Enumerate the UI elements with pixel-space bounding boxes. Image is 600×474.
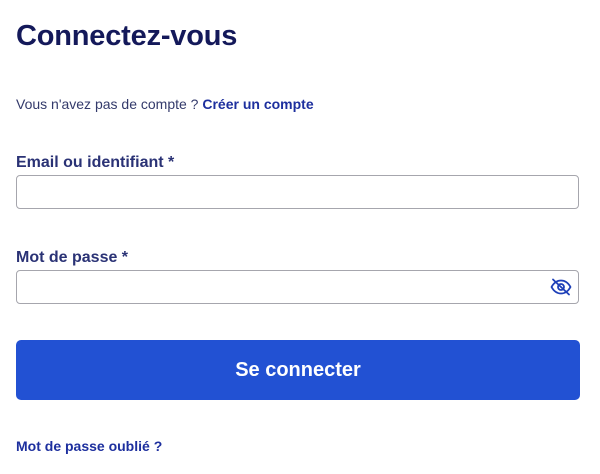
login-submit-button[interactable]: Se connecter [16,340,580,400]
eye-slash-icon[interactable] [549,276,573,298]
create-account-link[interactable]: Créer un compte [202,96,313,112]
signup-prompt-text: Vous n'avez pas de compte ? [16,96,199,112]
email-field[interactable] [16,175,579,209]
email-field-label: Email ou identifiant * [16,154,175,171]
forgot-password-link[interactable]: Mot de passe oublié ? [16,436,162,456]
password-field-label: Mot de passe * [16,249,129,266]
page-title: Connectez-vous [16,20,238,52]
password-field[interactable] [16,270,579,304]
signup-prompt-line: Vous n'avez pas de compte ? Créer un com… [16,94,314,114]
